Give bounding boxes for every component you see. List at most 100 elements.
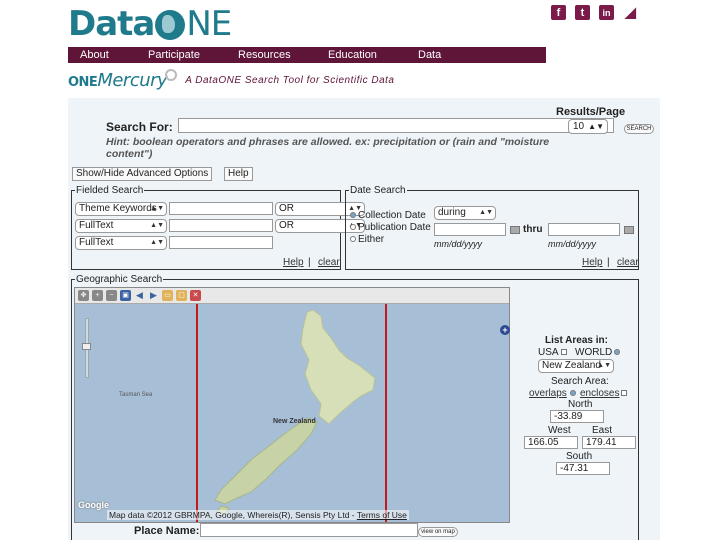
date-clear-link[interactable]: clear [617, 257, 639, 268]
linkedin-icon[interactable]: in [599, 5, 614, 20]
north-label: North [568, 399, 593, 410]
east-input[interactable]: 179.41 [582, 436, 636, 449]
zoom-slider-handle[interactable] [82, 343, 91, 350]
date-option-either[interactable]: Either [350, 234, 384, 245]
calendar-icon[interactable] [624, 226, 634, 234]
facebook-icon[interactable]: f [551, 5, 566, 20]
calendar-icon[interactable] [510, 226, 520, 234]
world-option[interactable]: WORLD [575, 347, 622, 358]
pan-icon[interactable]: ✥ [78, 290, 89, 301]
field-select-2[interactable]: FullText ▲▼ [75, 219, 167, 233]
fielded-help-link[interactable]: Help [283, 257, 304, 268]
onemercury-one: ONE [68, 75, 98, 90]
dataone-logo[interactable]: Data NE [68, 4, 232, 44]
overlaps-label: overlaps [529, 388, 567, 399]
operator-select-1-value: OR [279, 203, 294, 214]
date-help-link[interactable]: Help [582, 257, 603, 268]
radio-either[interactable] [350, 236, 356, 243]
select-arrows-icon: ▲▼ [150, 222, 164, 229]
either-label: Either [358, 234, 385, 245]
field-value-1[interactable] [169, 202, 273, 215]
overlaps-radio[interactable] [569, 390, 576, 397]
south-input[interactable]: -47.31 [556, 462, 610, 475]
place-name-label: Place Name: [134, 525, 200, 537]
field-select-3[interactable]: FullText ▲▼ [75, 236, 167, 250]
search-for-label: Search For: [106, 120, 173, 134]
start-date-format: mm/dd/yyyy [434, 239, 483, 249]
area-select[interactable]: New Zealand ▲▼ [538, 359, 614, 373]
zoom-out-icon[interactable]: − [106, 290, 117, 301]
results-per-page-select[interactable]: 10 ▲▼ [568, 119, 608, 134]
west-input[interactable]: 166.05 [524, 436, 578, 449]
geographic-search-legend: Geographic Search [75, 274, 164, 285]
search-input[interactable] [178, 118, 614, 133]
field-value-2[interactable] [169, 219, 273, 232]
fielded-search-legend: Fielded Search [75, 185, 145, 196]
start-date-input[interactable] [434, 223, 506, 236]
encloses-checkbox[interactable] [621, 390, 628, 397]
encloses-label: encloses [580, 388, 620, 399]
rss-icon[interactable]: ◢ [623, 4, 638, 20]
map-label-new-zealand: New Zealand [273, 418, 316, 425]
nav-education[interactable]: Education [328, 49, 377, 61]
onemercury-mercury: Mercury [97, 70, 168, 91]
west-label: West [548, 425, 571, 436]
date-option-collection[interactable]: Collection Date [350, 210, 426, 221]
map-attribution: Map data ©2012 GBRMPA, Google, Whereis(R… [107, 510, 409, 520]
logo-text-ne: NE [186, 4, 232, 44]
field-select-3-value: FullText [79, 237, 114, 248]
bbox-east-line [385, 304, 387, 522]
nav-about[interactable]: About [80, 49, 109, 61]
zoom-in-icon[interactable]: + [92, 290, 103, 301]
date-search-legend: Date Search [349, 185, 407, 196]
nav-resources[interactable]: Resources [238, 49, 291, 61]
encloses-link[interactable]: encloses [580, 388, 628, 399]
world-radio[interactable] [614, 349, 621, 356]
select-arrows-icon: ▲▼ [588, 122, 604, 131]
clear-box-icon[interactable]: ✕ [190, 290, 201, 301]
field-value-3[interactable] [169, 236, 273, 249]
fielded-clear-link[interactable]: clear [318, 257, 340, 268]
terms-of-use-link[interactable]: Terms of Use [357, 510, 407, 520]
date-option-publication[interactable]: Publication Date [350, 222, 431, 233]
area-select-value: New Zealand [542, 360, 601, 371]
onemercury-logo[interactable]: ONEMercury [68, 70, 168, 91]
main-nav: About Participate Resources Education Da… [68, 47, 546, 63]
thru-label: thru [523, 224, 543, 235]
radio-publication[interactable] [350, 224, 356, 231]
forward-arrow-icon[interactable]: ▶ [148, 290, 159, 301]
fielded-search-group: Fielded Search Theme Keywords ▲▼ OR ▲▼ Ful… [71, 185, 365, 270]
date-mode-select[interactable]: during ▲▼ [434, 206, 496, 220]
nav-data[interactable]: Data [418, 49, 441, 61]
mercury-ring-icon [165, 68, 178, 81]
expand-map-icon[interactable]: + [500, 325, 510, 335]
usa-option[interactable]: USA [538, 347, 567, 358]
date-mode-value: during [438, 207, 466, 218]
overlaps-link[interactable]: overlaps [529, 388, 578, 399]
google-logo: Google [78, 500, 109, 510]
select-area-icon[interactable]: ▢ [176, 290, 187, 301]
field-select-1[interactable]: Theme Keywords ▲▼ [75, 202, 167, 216]
back-arrow-icon[interactable]: ◀ [134, 290, 145, 301]
help-button[interactable]: Help [224, 167, 253, 181]
twitter-icon[interactable]: t [575, 5, 590, 20]
draw-box-icon[interactable]: ▭ [162, 290, 173, 301]
zoom-extent-icon[interactable]: ▣ [120, 290, 131, 301]
map-attribution-text: Map data ©2012 GBRMPA, Google, Whereis(R… [109, 510, 355, 520]
radio-collection[interactable] [350, 212, 356, 219]
map-view[interactable]: ✥ + − ▣ ◀ ▶ ▭ ▢ ✕ Tasman Sea New Zealand… [74, 287, 510, 523]
results-per-page-value: 10 [573, 121, 585, 132]
end-date-format: mm/dd/yyyy [548, 239, 597, 249]
usa-checkbox[interactable] [560, 349, 567, 356]
north-input[interactable]: -33.89 [550, 410, 604, 423]
search-button[interactable]: SEARCH [624, 124, 654, 134]
view-on-map-button[interactable]: view on map [418, 527, 458, 537]
usa-label: USA [538, 347, 559, 358]
place-name-input[interactable] [200, 523, 418, 537]
end-date-input[interactable] [548, 223, 620, 236]
world-label: WORLD [575, 347, 613, 358]
publication-date-label: Publication Date [358, 222, 431, 233]
advanced-options-button[interactable]: Show/Hide Advanced Options [72, 167, 213, 181]
east-label: East [592, 425, 613, 436]
nav-participate[interactable]: Participate [148, 49, 200, 61]
